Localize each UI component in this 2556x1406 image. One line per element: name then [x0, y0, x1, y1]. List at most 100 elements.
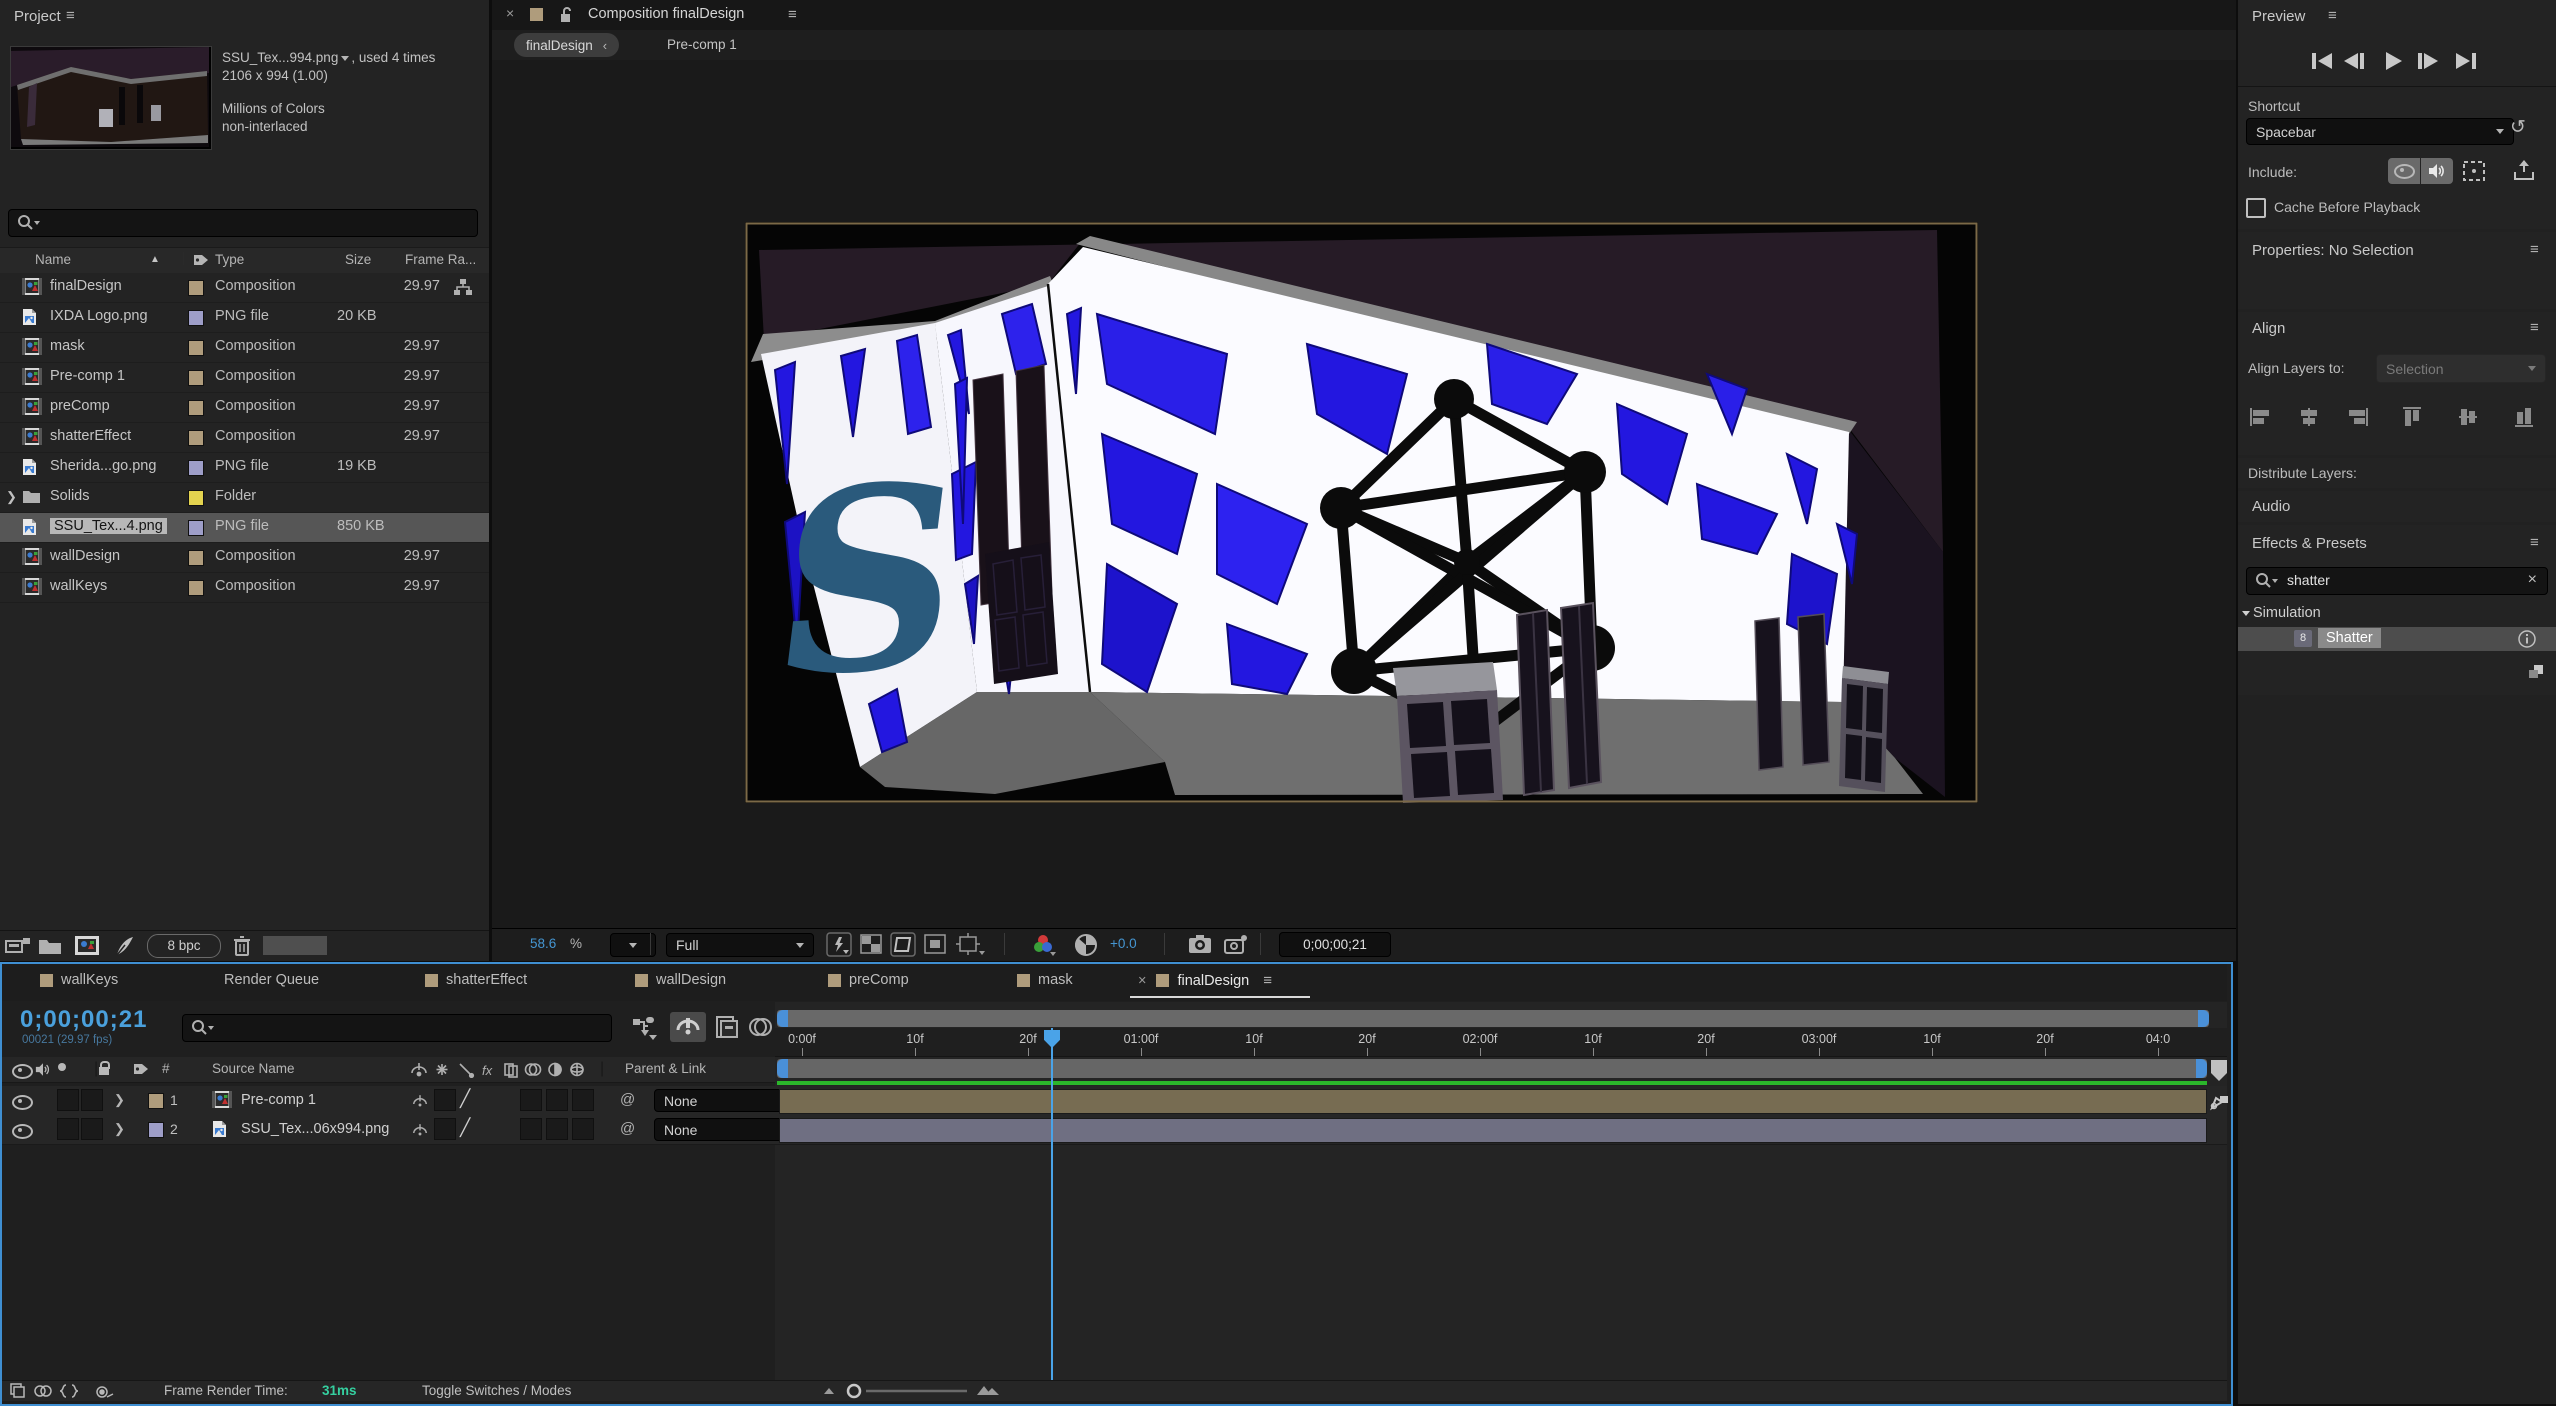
project-file-row[interactable]: maskComposition29.97	[0, 333, 489, 363]
timeline-menu-icon[interactable]: ≡	[1263, 972, 1271, 989]
effects-cell[interactable]	[520, 1118, 542, 1140]
timeline-tab-wallkeys[interactable]: wallKeys	[40, 972, 118, 988]
timeline-layer-row[interactable]: ❯1Pre-comp 1╱@None	[2, 1086, 2227, 1116]
column-size[interactable]: Size	[345, 252, 371, 267]
breadcrumb-current-comp[interactable]: finalDesign ‹	[514, 33, 619, 57]
project-file-row[interactable]: wallKeysComposition29.97	[0, 573, 489, 603]
status-bar-pane-toggles[interactable]	[10, 1383, 120, 1399]
shortcut-dropdown[interactable]: Spacebar	[2246, 118, 2514, 145]
unlock-icon[interactable]	[560, 7, 572, 23]
frame-blending-icon[interactable]	[714, 1014, 740, 1040]
project-file-row[interactable]: IXDA Logo.pngPNG file20 KB	[0, 303, 489, 333]
work-area-end-handle[interactable]	[2196, 1059, 2207, 1078]
label-color-swatch[interactable]	[188, 280, 204, 296]
search-icon[interactable]	[15, 213, 41, 233]
mask-visibility-icon[interactable]	[890, 932, 916, 957]
breadcrumb-precomp[interactable]: Pre-comp 1	[667, 37, 737, 52]
file-name[interactable]: preComp	[50, 398, 110, 414]
composition-tab-label-swatch[interactable]	[530, 8, 543, 21]
project-panel-menu-icon[interactable]: ≡	[66, 7, 74, 24]
tab-label[interactable]: preComp	[849, 972, 909, 988]
layer-duration-bar[interactable]	[779, 1089, 2207, 1114]
toggle-switches-modes-button[interactable]: Toggle Switches / Modes	[422, 1383, 571, 1398]
grid-guides-icon[interactable]	[956, 933, 986, 957]
audio-panel-title[interactable]: Audio	[2252, 498, 2290, 515]
expand-arrow-icon[interactable]: ❯	[6, 489, 17, 505]
project-file-row[interactable]: preCompComposition29.97	[0, 393, 489, 423]
solo-column-icon[interactable]	[58, 1063, 66, 1071]
shy-toggle-active[interactable]	[670, 1012, 706, 1042]
project-settings-quill-icon[interactable]	[113, 935, 135, 957]
file-name[interactable]: Pre-comp 1	[50, 368, 125, 384]
label-column-tag-icon[interactable]	[192, 253, 210, 267]
file-name[interactable]: wallDesign	[50, 548, 120, 564]
layer-visibility-eye-icon[interactable]	[12, 1095, 33, 1110]
timeline-tab-shattereffect[interactable]: shatterEffect	[425, 972, 527, 988]
layer-expand-arrow-icon[interactable]: ❯	[114, 1121, 125, 1137]
show-snapshot-icon[interactable]	[1224, 934, 1248, 954]
transparency-grid-icon[interactable]	[860, 934, 882, 954]
transport-controls[interactable]	[2310, 50, 2490, 72]
project-file-row[interactable]: wallDesignComposition29.97	[0, 543, 489, 573]
properties-panel-menu-icon[interactable]: ≡	[2530, 241, 2538, 258]
label-color-swatch[interactable]	[188, 460, 204, 476]
tab-close-icon[interactable]: ×	[1138, 973, 1146, 989]
parent-pickwhip-icon[interactable]: @	[620, 1120, 635, 1137]
timeline-zoom-control[interactable]	[822, 1383, 1022, 1399]
project-file-row[interactable]: ❯SolidsFolder	[0, 483, 489, 513]
column-parent-link[interactable]: Parent & Link	[625, 1061, 706, 1076]
file-name[interactable]: IXDA Logo.png	[50, 308, 148, 324]
reset-shortcut-icon[interactable]: ↺	[2510, 116, 2526, 139]
new-folder-icon[interactable]	[38, 936, 62, 955]
composition-tab-close-icon[interactable]: ×	[506, 5, 514, 21]
three-d-cell[interactable]	[572, 1089, 594, 1111]
column-type[interactable]: Type	[215, 252, 244, 267]
collapse-cell[interactable]	[434, 1118, 456, 1140]
file-name[interactable]: SSU_Tex...4.png	[50, 518, 167, 534]
effects-search-input[interactable]: shatter ×	[2246, 567, 2548, 595]
work-area-bar[interactable]	[777, 1059, 2207, 1078]
label-color-swatch[interactable]	[188, 520, 204, 536]
project-file-row[interactable]: Pre-comp 1Composition29.97	[0, 363, 489, 393]
composition-mini-flowchart-icon[interactable]	[632, 1016, 658, 1040]
file-name[interactable]: mask	[50, 338, 85, 354]
column-number[interactable]: #	[162, 1061, 170, 1076]
file-name[interactable]: wallKeys	[50, 578, 107, 594]
timeline-tab-finaldesign[interactable]: ×finalDesign≡	[1138, 972, 1271, 989]
timeline-tab-mask[interactable]: mask	[1017, 972, 1073, 988]
tab-label[interactable]: Render Queue	[224, 972, 319, 988]
preview-panel-menu-icon[interactable]: ≡	[2328, 7, 2336, 24]
export-icon[interactable]	[2512, 158, 2536, 182]
trash-icon[interactable]	[232, 935, 252, 957]
include-overlays-icon[interactable]	[2462, 160, 2486, 182]
file-name[interactable]: Sherida...go.png	[50, 458, 156, 474]
region-of-interest-icon[interactable]	[924, 934, 946, 954]
work-area-start-handle[interactable]	[777, 1059, 788, 1078]
new-composition-icon[interactable]	[74, 935, 100, 956]
clear-search-icon[interactable]: ×	[2528, 571, 2537, 589]
composition-panel-menu-icon[interactable]: ≡	[788, 6, 796, 23]
tab-label[interactable]: shatterEffect	[446, 972, 527, 988]
three-d-cell[interactable]	[572, 1118, 594, 1140]
tab-label[interactable]: wallKeys	[61, 972, 118, 988]
footage-name-dropdown-icon[interactable]	[341, 56, 349, 61]
audio-column-speaker-icon[interactable]	[35, 1062, 51, 1077]
project-file-row[interactable]: SSU_Tex...4.pngPNG file850 KB	[0, 513, 489, 543]
layer-source-name[interactable]: SSU_Tex...06x994.png	[241, 1121, 389, 1137]
lock-column-icon[interactable]	[99, 1067, 109, 1075]
project-file-row[interactable]: shatterEffectComposition29.97	[0, 423, 489, 453]
effects-cell[interactable]	[520, 1089, 542, 1111]
label-color-swatch[interactable]	[188, 310, 204, 326]
align-panel-menu-icon[interactable]: ≡	[2530, 319, 2538, 336]
project-file-row[interactable]: Sherida...go.pngPNG file19 KB	[0, 453, 489, 483]
label-color-swatch[interactable]	[188, 370, 204, 386]
include-audio-button[interactable]	[2421, 158, 2453, 184]
cache-before-playback-checkbox[interactable]	[2246, 198, 2266, 218]
timeline-tab-walldesign[interactable]: wallDesign	[635, 972, 726, 988]
label-color-swatch[interactable]	[188, 550, 204, 566]
composition-tab-title[interactable]: Composition finalDesign	[588, 6, 744, 22]
project-search-input[interactable]	[8, 209, 478, 237]
timeline-search-input[interactable]	[182, 1014, 612, 1042]
layer-color-swatch[interactable]	[148, 1122, 164, 1138]
label-color-swatch[interactable]	[188, 490, 204, 506]
